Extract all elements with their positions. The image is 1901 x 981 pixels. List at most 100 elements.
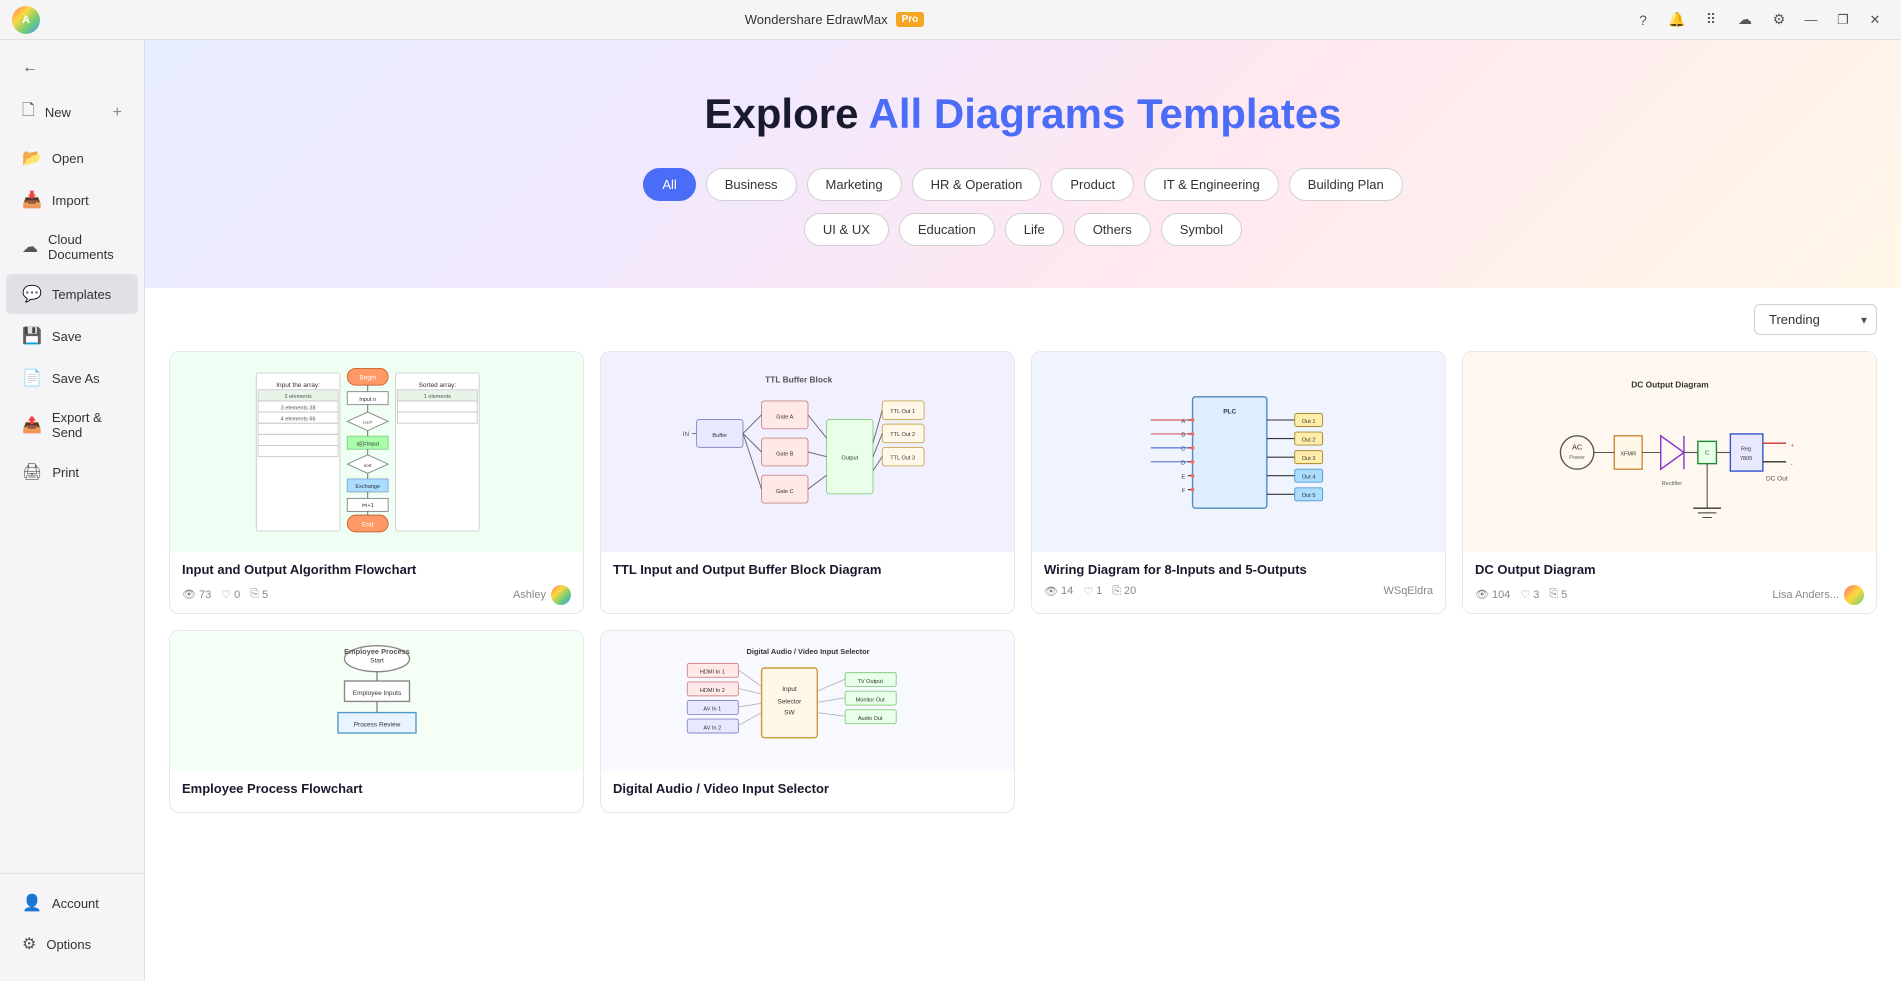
sidebar-item-templates[interactable]: 💬 Templates [6,274,138,314]
svg-text:Out 5: Out 5 [1301,493,1315,499]
template-card-2[interactable]: Buffer Gate A Gate B Gate C Output TTL O… [600,351,1015,614]
main-layout: ← 🗋 New + 📂 Open 📥 Import ☁ Cloud Docume… [0,40,1901,981]
sidebar-item-options[interactable]: ⚙ Options [6,924,138,964]
copies-stat-3: ⎘ 20 [1112,585,1136,598]
svg-text:TTL Out 2: TTL Out 2 [890,432,915,438]
svg-text:Reg: Reg [1741,446,1751,452]
svg-text:C: C [1705,450,1709,456]
likes-stat-4: ♡ 3 [1520,588,1539,601]
svg-text:Input n: Input n [359,397,376,403]
template-card-3[interactable]: PLC A B C D [1031,351,1446,614]
filter-btn-education[interactable]: Education [899,213,995,246]
svg-text:Exchange: Exchange [355,484,380,490]
filter-row-2: UI & UX Education Life Others Symbol [165,213,1881,246]
apps-icon[interactable]: ⠿ [1697,6,1725,34]
cloud-label: Cloud Documents [48,232,122,262]
titlebar-center: Wondershare EdrawMax Pro [745,12,925,27]
sidebar-item-print[interactable]: 🖨 Print [6,452,138,492]
import-icon: 📥 [22,190,42,210]
svg-text:Audio Out: Audio Out [857,716,882,722]
card-title-4: DC Output Diagram [1475,562,1864,579]
account-icon: 👤 [22,893,42,913]
svg-text:Out 1: Out 1 [1301,418,1315,424]
filter-row-1: All Business Marketing HR & Operation Pr… [165,168,1881,201]
filter-btn-it[interactable]: IT & Engineering [1144,168,1279,201]
filter-btn-ui[interactable]: UI & UX [804,213,889,246]
filter-btn-product[interactable]: Product [1051,168,1134,201]
svg-text:HDMI In 2: HDMI In 2 [699,689,724,695]
author-avatar-4 [1844,585,1864,605]
templates-section: Trending Latest Most Viewed Most Liked [145,288,1901,829]
svg-text:TV Output: TV Output [857,679,883,685]
likes-stat-3: ♡ 1 [1083,585,1102,598]
svg-text:7805: 7805 [1739,455,1751,461]
card-title-6: Digital Audio / Video Input Selector [613,781,1002,798]
save-icon: 💾 [22,326,42,346]
filter-btn-all[interactable]: All [643,168,695,201]
hero-banner: Explore All Diagrams Templates All Busin… [145,40,1901,288]
svg-text:Start: Start [370,658,384,665]
svg-text:SW: SW [784,710,795,717]
filter-btn-hr[interactable]: HR & Operation [912,168,1042,201]
close-button[interactable]: ✕ [1861,6,1889,34]
filter-btn-building[interactable]: Building Plan [1289,168,1403,201]
user-avatar[interactable]: A [12,6,40,34]
sidebar-item-import[interactable]: 📥 Import [6,180,138,220]
cloud-docs-icon: ☁ [22,237,38,257]
card-thumbnail-3: PLC A B C D [1032,352,1445,552]
block-diagram-svg: Buffer Gate A Gate B Gate C Output TTL O… [678,362,938,542]
filter-btn-business[interactable]: Business [706,168,797,201]
svg-text:TTL Out 3: TTL Out 3 [890,455,915,461]
sidebar-item-save[interactable]: 💾 Save [6,316,138,356]
svg-text:Monitor Out: Monitor Out [855,698,885,704]
sidebar-item-save-as[interactable]: 📄 Save As [6,358,138,398]
svg-text:PLC: PLC [1223,408,1236,415]
sidebar-bottom: 👤 Account ⚙ Options [0,873,144,973]
svg-text:Buffer: Buffer [712,433,727,439]
svg-text:DC Output Diagram: DC Output Diagram [1631,379,1708,389]
sidebar-item-account[interactable]: 👤 Account [6,883,138,923]
open-icon: 📂 [22,148,42,168]
digital-audio-svg: Digital Audio / Video Input Selector HDM… [678,638,938,763]
sidebar-item-cloud[interactable]: ☁ Cloud Documents [6,222,138,272]
filter-btn-life[interactable]: Life [1005,213,1064,246]
sidebar-item-back[interactable]: ← [6,49,138,87]
svg-text:AC: AC [1571,442,1582,451]
sidebar-item-new[interactable]: 🗋 New + [6,89,138,136]
svg-text:IN: IN [682,431,689,438]
card-info-4: DC Output Diagram 👁 104 ♡ 3 ⎘ 5 Lisa And… [1463,552,1876,613]
sidebar-item-export[interactable]: 📤 Export & Send [6,400,138,450]
svg-text:HDMI In 1: HDMI In 1 [699,670,724,676]
sidebar-item-open[interactable]: 📂 Open [6,138,138,178]
likes-stat-1: ♡ 0 [221,588,240,601]
template-card-4[interactable]: AC Power XFMR Rectifier C [1462,351,1877,614]
svg-text:Gate C: Gate C [775,489,793,495]
template-card-5[interactable]: Start Employee Inputs Process Review Emp… [169,630,584,813]
bell-icon[interactable]: 🔔 [1663,6,1691,34]
views-stat-1: 👁 73 [182,588,211,601]
hero-title: Explore All Diagrams Templates [165,90,1881,138]
minimize-button[interactable]: — [1797,6,1825,34]
card-stats-1: 👁 73 ♡ 0 ⎘ 5 [182,588,268,601]
filter-btn-symbol[interactable]: Symbol [1161,213,1242,246]
help-icon[interactable]: ? [1629,6,1657,34]
svg-text:Out 4: Out 4 [1301,474,1315,480]
maximize-button[interactable]: ❐ [1829,6,1857,34]
svg-text:DC Out: DC Out [1765,475,1787,482]
filter-btn-others[interactable]: Others [1074,213,1151,246]
copies-stat-4: ⎘ 5 [1549,588,1567,601]
card-thumbnail-6: Digital Audio / Video Input Selector HDM… [601,631,1014,771]
card-meta-4: 👁 104 ♡ 3 ⎘ 5 Lisa Anders... [1475,585,1864,605]
settings-icon[interactable]: ⚙ [1765,6,1793,34]
author-avatar-1 [551,585,571,605]
template-card-6[interactable]: Digital Audio / Video Input Selector HDM… [600,630,1015,813]
card-author-3: WSqEldra [1383,585,1433,597]
cloud-icon[interactable]: ☁ [1731,6,1759,34]
card-info-2: TTL Input and Output Buffer Block Diagra… [601,552,1014,593]
template-card-1[interactable]: Input the array: 2 elements 3 elements 3… [169,351,584,614]
svg-text:Input the array:: Input the array: [276,382,320,389]
card-stats-4: 👁 104 ♡ 3 ⎘ 5 [1475,588,1567,601]
filter-btn-marketing[interactable]: Marketing [807,168,902,201]
sort-dropdown[interactable]: Trending Latest Most Viewed Most Liked [1754,304,1877,335]
pro-badge: Pro [896,12,925,27]
